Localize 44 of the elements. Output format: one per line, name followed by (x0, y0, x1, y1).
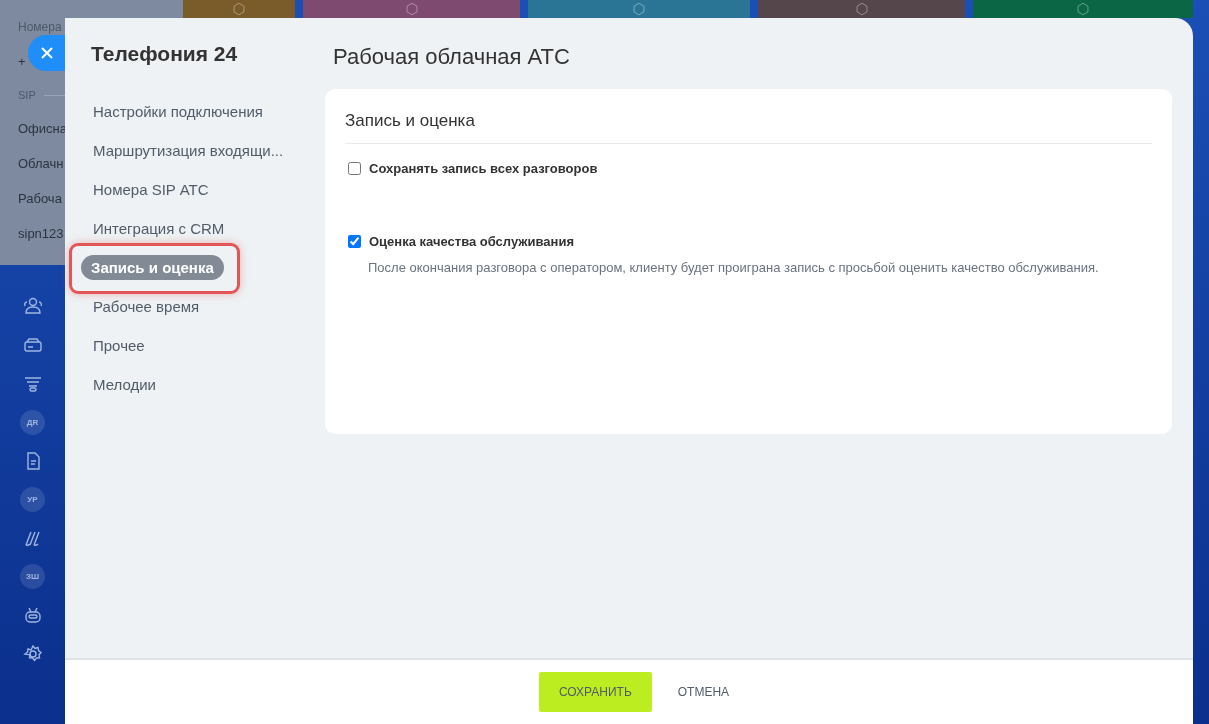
drive-icon[interactable] (22, 335, 43, 355)
nav-item[interactable]: Прочее (79, 333, 155, 358)
section-title: Запись и оценка (345, 111, 1152, 144)
slider-title: Телефония 24 (91, 42, 239, 66)
nav-item[interactable]: Интеграция с CRM (79, 216, 235, 241)
nav-item[interactable]: Настройки подключения (79, 99, 273, 124)
checkbox-label: Сохранять запись всех разговоров (369, 161, 598, 176)
avatar-initials[interactable]: ДR (20, 410, 45, 435)
close-button[interactable] (28, 35, 65, 71)
people-icon[interactable] (22, 296, 43, 316)
hexagon-icon (854, 2, 869, 16)
hexagon-icon (1076, 2, 1090, 16)
nav-item[interactable]: Маршрутизация входящи... (79, 138, 294, 163)
cancel-button[interactable]: ОТМЕНА (657, 672, 750, 712)
nav-item[interactable]: Рабочее время (79, 294, 210, 319)
hexagon-icon (404, 2, 419, 16)
app-tile[interactable] (183, 0, 295, 18)
app-tile[interactable] (303, 0, 520, 18)
app-tile[interactable] (973, 0, 1193, 18)
panel-item[interactable]: Облачн (18, 156, 64, 171)
option-description: После окончания разговора с оператором, клиенту будет проиграна запись с просьбой оценить качество обслуживания. (368, 259, 1100, 277)
nav-item[interactable]: Запись и оценка (81, 255, 224, 280)
close-icon (40, 46, 54, 60)
gear-icon[interactable] (22, 644, 43, 664)
avatar-initials[interactable]: ЗШ (20, 564, 45, 589)
funnel-icon[interactable] (22, 374, 43, 394)
hexagon-icon (232, 2, 246, 16)
page-header: Рабочая облачная АТС (333, 44, 571, 70)
panel-item[interactable]: Рабоча (18, 191, 62, 206)
nav-item[interactable]: Мелодии (79, 372, 166, 397)
nav-item[interactable]: Номера SIP АТС (79, 177, 219, 202)
robot-icon[interactable] (22, 605, 43, 625)
save-button[interactable]: СОХРАНИТЬ (538, 672, 652, 712)
hexagon-icon (632, 2, 646, 16)
panel-item[interactable]: + (18, 54, 26, 69)
checkbox[interactable] (348, 162, 361, 175)
panel-heading: Номера (18, 20, 62, 34)
avatar-initials[interactable]: УР (20, 487, 45, 512)
checkbox[interactable] (348, 235, 361, 248)
panel-item[interactable]: sipn123 (18, 226, 64, 241)
checkbox-label: Оценка качества обслуживания (369, 234, 574, 249)
app-tile[interactable] (528, 0, 750, 18)
panel-section-label: SIP (18, 89, 36, 101)
app-tile[interactable] (758, 0, 965, 18)
